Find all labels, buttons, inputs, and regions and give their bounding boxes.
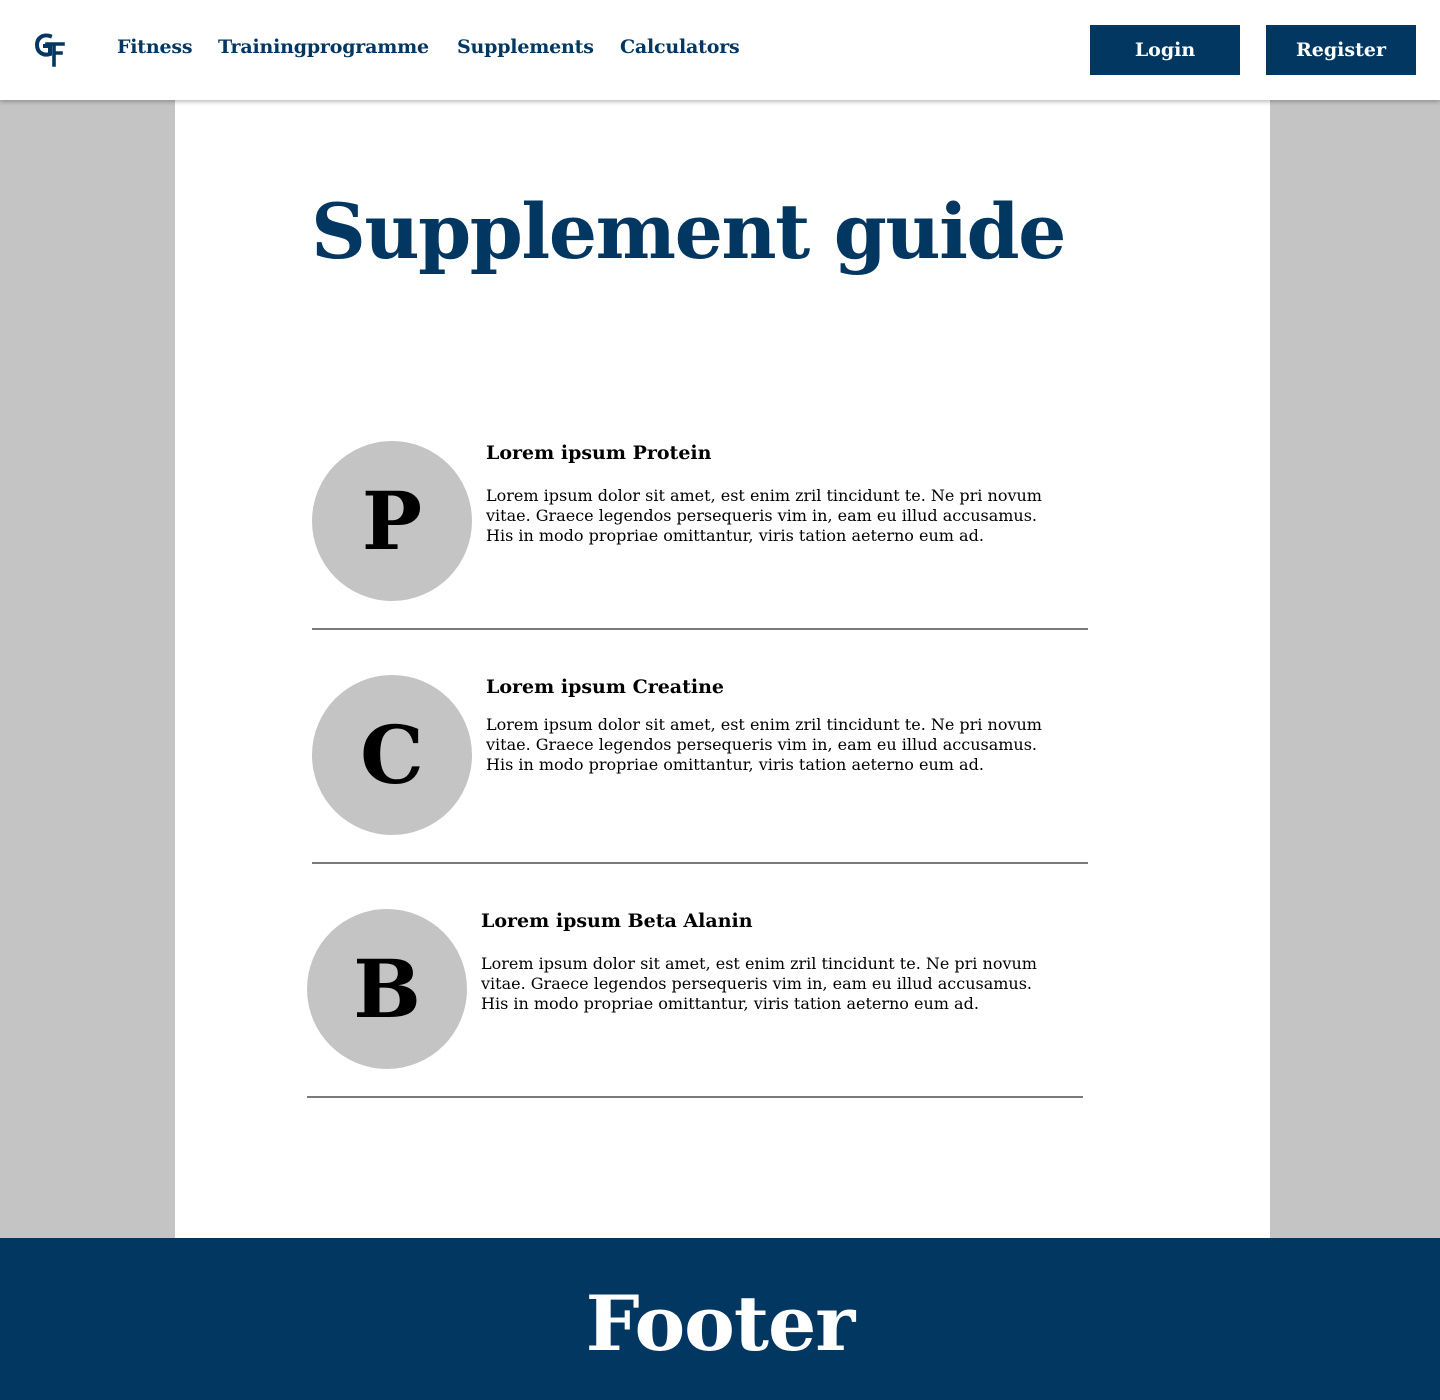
supplement-description: Lorem ipsum dolor sit amet, est enim zri…	[486, 715, 1042, 774]
site-footer: Footer	[0, 1238, 1440, 1400]
nav-item-fitness[interactable]: Fitness	[117, 36, 193, 58]
login-button[interactable]: Login	[1090, 25, 1240, 75]
supplement-title: Lorem ipsum Beta Alanin	[481, 910, 753, 932]
nav-item-calculators[interactable]: Calculators	[620, 36, 740, 58]
main-content: Supplement guide P Lorem ipsum Protein L…	[175, 100, 1270, 1238]
nav-item-trainingprogramme[interactable]: Trainingprogramme	[218, 36, 429, 58]
supplement-description: Lorem ipsum dolor sit amet, est enim zri…	[481, 954, 1037, 1013]
footer-title: Footer	[585, 1278, 856, 1368]
protein-letter-avatar: P	[312, 441, 472, 601]
supplement-item-creatine: C Lorem ipsum Creatine Lorem ipsum dolor…	[312, 675, 1088, 864]
item-divider	[307, 1096, 1083, 1098]
nav-item-supplements[interactable]: Supplements	[457, 36, 594, 58]
register-button[interactable]: Register	[1266, 25, 1416, 75]
creatine-letter-avatar: C	[312, 675, 472, 835]
supplement-title: Lorem ipsum Creatine	[486, 676, 725, 698]
page-title: Supplement guide	[311, 187, 1067, 276]
supplement-item-beta-alanin: B Lorem ipsum Beta Alanin Lorem ipsum do…	[307, 909, 1083, 1098]
gf-monogram-icon[interactable]	[33, 31, 67, 67]
beta-alanin-letter-avatar: B	[307, 909, 467, 1069]
item-divider	[312, 628, 1088, 630]
item-divider	[312, 862, 1088, 864]
supplement-item-protein: P Lorem ipsum Protein Lorem ipsum dolor …	[312, 441, 1088, 630]
supplement-title: Lorem ipsum Protein	[486, 442, 712, 464]
site-header: Fitness Trainingprogramme Supplements Ca…	[0, 0, 1440, 100]
supplement-description: Lorem ipsum dolor sit amet, est enim zri…	[486, 486, 1042, 545]
